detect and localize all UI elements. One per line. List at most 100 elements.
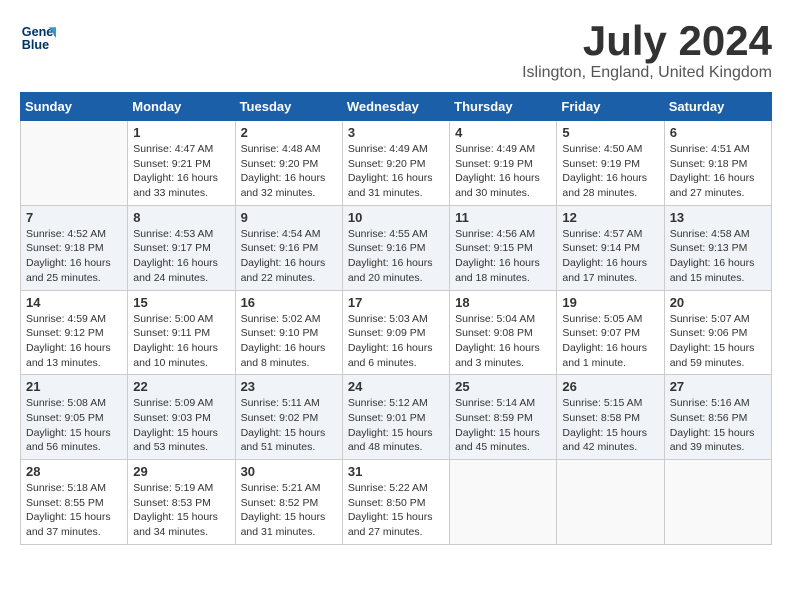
svg-text:Blue: Blue [22,38,49,52]
calendar-cell: 10 Sunrise: 4:55 AMSunset: 9:16 PMDayligh… [342,205,449,290]
day-info: Sunrise: 4:48 AMSunset: 9:20 PMDaylight:… [241,142,337,201]
day-info: Sunrise: 4:49 AMSunset: 9:19 PMDaylight:… [455,142,551,201]
week-row-5: 28Sunrise: 5:18 AMSunset: 8:55 PMDayligh… [21,460,772,545]
calendar-cell: 25 Sunrise: 5:14 AMSunset: 8:59 PMDayligh… [450,375,557,460]
calendar-table: SundayMondayTuesdayWednesdayThursdayFrid… [20,92,772,545]
calendar-cell: 23 Sunrise: 5:11 AMSunset: 9:02 PMDayligh… [235,375,342,460]
header-day-wednesday: Wednesday [342,93,449,121]
day-number: 28 [26,464,122,479]
day-info: Sunrise: 4:57 AMSunset: 9:14 PMDaylight:… [562,227,658,286]
day-info: Sunrise: 5:15 AMSunset: 8:58 PMDaylight:… [562,396,658,455]
day-info: Sunrise: 4:53 AMSunset: 9:17 PMDaylight:… [133,227,229,286]
day-info: Sunrise: 5:14 AMSunset: 8:59 PMDaylight:… [455,396,551,455]
calendar-cell: 2 Sunrise: 4:48 AMSunset: 9:20 PMDaylight… [235,121,342,206]
calendar-cell: 22 Sunrise: 5:09 AMSunset: 9:03 PMDayligh… [128,375,235,460]
calendar-cell: 31 Sunrise: 5:22 AMSunset: 8:50 PMDayligh… [342,460,449,545]
calendar-cell: 6Sunrise: 4:51 AMSunset: 9:18 PMDaylight… [664,121,771,206]
calendar-cell: 18 Sunrise: 5:04 AMSunset: 9:08 PMDayligh… [450,290,557,375]
calendar-subtitle: Islington, England, United Kingdom [522,64,772,82]
day-number: 3 [348,125,444,140]
day-info: Sunrise: 4:52 AMSunset: 9:18 PMDaylight:… [26,227,122,286]
header-day-friday: Friday [557,93,664,121]
calendar-cell: 13 Sunrise: 4:58 AMSunset: 9:13 PMDayligh… [664,205,771,290]
header: General Blue July 2024 Islington, Englan… [20,20,772,82]
day-info: Sunrise: 4:50 AMSunset: 9:19 PMDaylight:… [562,142,658,201]
day-number: 22 [133,379,229,394]
day-number: 7 [26,210,122,225]
day-info: Sunrise: 5:02 AMSunset: 9:10 PMDaylight:… [241,312,337,371]
day-number: 1 [133,125,229,140]
day-info: Sunrise: 5:09 AMSunset: 9:03 PMDaylight:… [133,396,229,455]
day-info: Sunrise: 4:56 AMSunset: 9:15 PMDaylight:… [455,227,551,286]
calendar-cell [21,121,128,206]
day-info: Sunrise: 5:19 AMSunset: 8:53 PMDaylight:… [133,481,229,540]
calendar-cell: 30 Sunrise: 5:21 AMSunset: 8:52 PMDayligh… [235,460,342,545]
day-info: Sunrise: 4:47 AMSunset: 9:21 PMDaylight:… [133,142,229,201]
day-info: Sunrise: 5:11 AMSunset: 9:02 PMDaylight:… [241,396,337,455]
day-info: Sunrise: 5:00 AMSunset: 9:11 PMDaylight:… [133,312,229,371]
day-number: 10 [348,210,444,225]
day-number: 31 [348,464,444,479]
day-info: Sunrise: 5:04 AMSunset: 9:08 PMDaylight:… [455,312,551,371]
day-number: 11 [455,210,551,225]
calendar-title: July 2024 [522,20,772,62]
calendar-cell: 12 Sunrise: 4:57 AMSunset: 9:14 PMDayligh… [557,205,664,290]
day-info: Sunrise: 5:21 AMSunset: 8:52 PMDaylight:… [241,481,337,540]
day-number: 24 [348,379,444,394]
day-number: 26 [562,379,658,394]
calendar-cell: 27 Sunrise: 5:16 AMSunset: 8:56 PMDayligh… [664,375,771,460]
day-number: 13 [670,210,766,225]
day-info: Sunrise: 5:08 AMSunset: 9:05 PMDaylight:… [26,396,122,455]
calendar-cell: 8 Sunrise: 4:53 AMSunset: 9:17 PMDaylight… [128,205,235,290]
calendar-cell: 20 Sunrise: 5:07 AMSunset: 9:06 PMDayligh… [664,290,771,375]
day-info: Sunrise: 4:55 AMSunset: 9:16 PMDaylight:… [348,227,444,286]
header-day-monday: Monday [128,93,235,121]
day-number: 9 [241,210,337,225]
logo-icon: General Blue [20,20,56,56]
day-number: 18 [455,295,551,310]
day-info: Sunrise: 4:59 AMSunset: 9:12 PMDaylight:… [26,312,122,371]
day-number: 2 [241,125,337,140]
calendar-cell: 4 Sunrise: 4:49 AMSunset: 9:19 PMDaylight… [450,121,557,206]
day-info: Sunrise: 5:05 AMSunset: 9:07 PMDaylight:… [562,312,658,371]
day-number: 8 [133,210,229,225]
day-number: 14 [26,295,122,310]
day-number: 12 [562,210,658,225]
calendar-header-row: SundayMondayTuesdayWednesdayThursdayFrid… [21,93,772,121]
week-row-2: 7 Sunrise: 4:52 AMSunset: 9:18 PMDaylight… [21,205,772,290]
calendar-cell: 7 Sunrise: 4:52 AMSunset: 9:18 PMDaylight… [21,205,128,290]
calendar-cell: 19 Sunrise: 5:05 AMSunset: 9:07 PMDayligh… [557,290,664,375]
calendar-cell [450,460,557,545]
day-number: 19 [562,295,658,310]
week-row-3: 14 Sunrise: 4:59 AMSunset: 9:12 PMDayligh… [21,290,772,375]
header-day-saturday: Saturday [664,93,771,121]
day-info: Sunrise: 5:07 AMSunset: 9:06 PMDaylight:… [670,312,766,371]
day-info: Sunrise: 5:03 AMSunset: 9:09 PMDaylight:… [348,312,444,371]
calendar-cell: 15 Sunrise: 5:00 AMSunset: 9:11 PMDayligh… [128,290,235,375]
calendar-cell: 3 Sunrise: 4:49 AMSunset: 9:20 PMDaylight… [342,121,449,206]
day-number: 29 [133,464,229,479]
calendar-cell: 14 Sunrise: 4:59 AMSunset: 9:12 PMDayligh… [21,290,128,375]
day-info: Sunrise: 4:54 AMSunset: 9:16 PMDaylight:… [241,227,337,286]
calendar-cell: 9 Sunrise: 4:54 AMSunset: 9:16 PMDaylight… [235,205,342,290]
day-number: 27 [670,379,766,394]
title-section: July 2024 Islington, England, United Kin… [522,20,772,82]
day-number: 5 [562,125,658,140]
day-number: 25 [455,379,551,394]
day-number: 30 [241,464,337,479]
week-row-1: 1 Sunrise: 4:47 AMSunset: 9:21 PMDaylight… [21,121,772,206]
day-number: 23 [241,379,337,394]
header-day-sunday: Sunday [21,93,128,121]
calendar-cell: 11 Sunrise: 4:56 AMSunset: 9:15 PMDayligh… [450,205,557,290]
day-info: Sunrise: 4:58 AMSunset: 9:13 PMDaylight:… [670,227,766,286]
day-number: 15 [133,295,229,310]
calendar-cell: 24Sunrise: 5:12 AMSunset: 9:01 PMDayligh… [342,375,449,460]
day-info: Sunrise: 4:49 AMSunset: 9:20 PMDaylight:… [348,142,444,201]
day-number: 20 [670,295,766,310]
calendar-cell: 29 Sunrise: 5:19 AMSunset: 8:53 PMDayligh… [128,460,235,545]
day-info: Sunrise: 5:16 AMSunset: 8:56 PMDaylight:… [670,396,766,455]
day-number: 4 [455,125,551,140]
calendar-cell [557,460,664,545]
day-info: Sunrise: 5:22 AMSunset: 8:50 PMDaylight:… [348,481,444,540]
week-row-4: 21Sunrise: 5:08 AMSunset: 9:05 PMDayligh… [21,375,772,460]
